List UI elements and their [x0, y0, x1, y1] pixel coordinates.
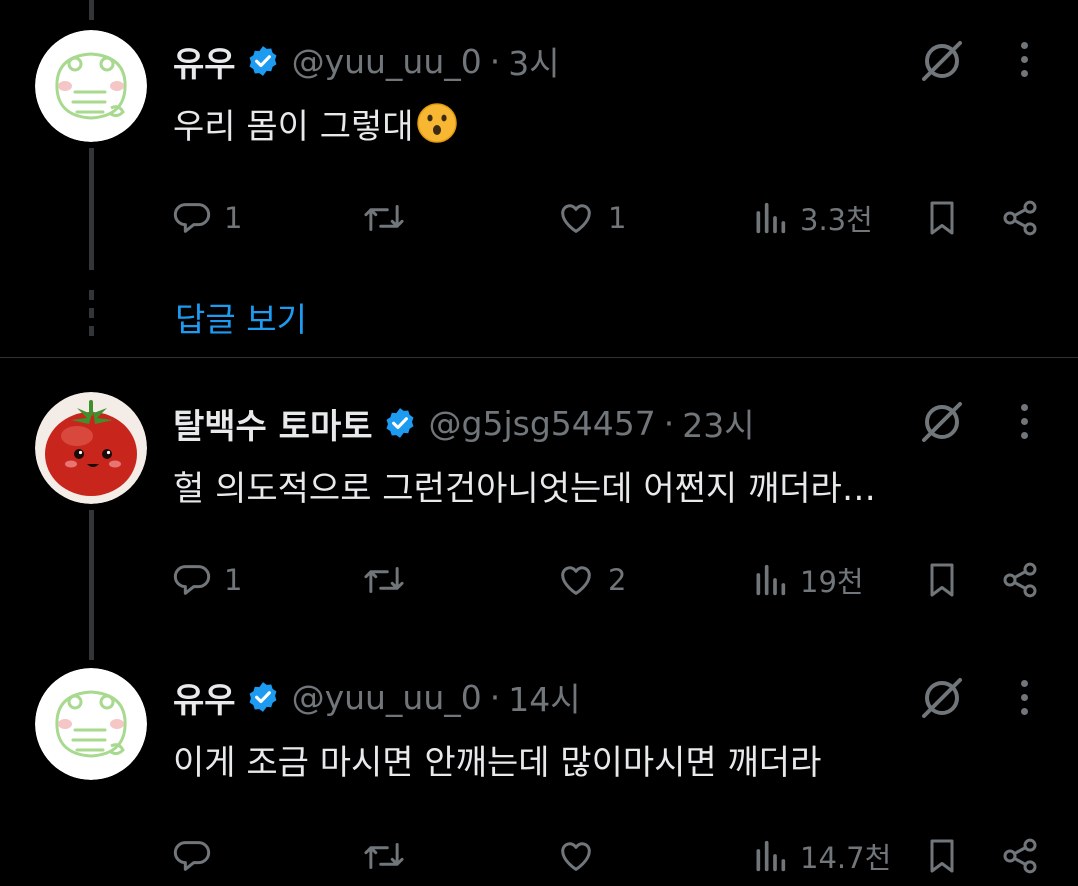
- display-name[interactable]: 유우: [173, 37, 236, 86]
- reply-button[interactable]: [172, 826, 224, 886]
- verified-badge-icon: [246, 680, 280, 714]
- views-chart-icon: [756, 840, 786, 872]
- separator-dot: ·: [663, 403, 675, 443]
- action-bar: 1 1 3.3천: [0, 188, 1078, 248]
- like-count: 2: [608, 563, 627, 597]
- bookmark-button[interactable]: [922, 826, 962, 886]
- tweet-header: 유우 @yuu_uu_0 · 3시: [173, 36, 560, 86]
- tweet-header: 유우 @yuu_uu_0 · 14시: [173, 672, 581, 722]
- share-button[interactable]: [1000, 550, 1040, 610]
- more-options-icon[interactable]: [1004, 393, 1044, 449]
- views-chart-icon: [756, 564, 786, 596]
- display-name[interactable]: 유우: [173, 673, 236, 722]
- tweet-text-content: 이게 조금 마시면 안깨는데 많이마시면 깨더라: [173, 742, 822, 783]
- reply-icon: [173, 203, 211, 233]
- reply-button[interactable]: 1: [172, 188, 242, 248]
- divider: [0, 357, 1078, 358]
- share-icon: [1003, 200, 1037, 236]
- reply-count: 1: [224, 563, 243, 597]
- share-icon: [1003, 838, 1037, 874]
- like-button[interactable]: [556, 826, 608, 886]
- handle[interactable]: @yuu_uu_0: [292, 42, 482, 81]
- thread-dot: [89, 326, 94, 336]
- views-count: 19천: [800, 565, 864, 599]
- share-button[interactable]: [1000, 188, 1040, 248]
- grok-icon[interactable]: [914, 394, 970, 450]
- avatar[interactable]: [35, 392, 147, 504]
- thread-dot: [89, 308, 94, 318]
- reply-count: 1: [224, 201, 243, 235]
- reply-icon: [173, 841, 211, 871]
- bookmark-icon: [930, 839, 954, 873]
- grok-icon[interactable]: [914, 670, 970, 726]
- views-button[interactable]: 3.3천: [752, 188, 873, 248]
- tweet-text-content: 우리 몸이 그렇대: [173, 106, 414, 147]
- views-count: 14.7천: [800, 841, 892, 875]
- avatar[interactable]: [35, 30, 147, 142]
- show-replies-link[interactable]: 답글 보기: [175, 293, 307, 341]
- like-count: 1: [608, 201, 627, 235]
- tweet-header: 탈백수 토마토 @g5jsg54457 · 23시: [173, 398, 755, 448]
- heart-icon: [561, 204, 591, 233]
- bookmark-icon: [930, 563, 954, 597]
- like-button[interactable]: 2: [556, 550, 626, 610]
- timestamp[interactable]: 14시: [508, 673, 580, 721]
- bookmark-button[interactable]: [922, 188, 962, 248]
- frog-avatar-icon: [35, 30, 147, 142]
- verified-badge-icon: [383, 406, 417, 440]
- thread-dot: [89, 290, 94, 300]
- repost-button[interactable]: [361, 826, 407, 886]
- views-chart-icon: [756, 202, 786, 234]
- tomato-avatar-icon: [35, 392, 147, 504]
- share-icon: [1003, 562, 1037, 598]
- action-bar: 14.7천: [0, 826, 1078, 886]
- views-button[interactable]: 14.7천: [752, 826, 891, 886]
- repost-button[interactable]: [361, 188, 407, 248]
- like-button[interactable]: 1: [556, 188, 626, 248]
- separator-dot: ·: [489, 677, 501, 717]
- handle[interactable]: @yuu_uu_0: [292, 678, 482, 717]
- grok-icon[interactable]: [914, 33, 970, 89]
- repost-icon: [364, 843, 404, 869]
- repost-button[interactable]: [361, 550, 407, 610]
- repost-icon: [364, 205, 404, 231]
- tweet-text: 헐 의도적으로 그런건아니엇는데 어쩐지 깨더라…: [173, 460, 876, 510]
- hushed-face-emoji-icon: [416, 102, 458, 144]
- handle[interactable]: @g5jsg54457: [429, 404, 656, 443]
- repost-icon: [364, 567, 404, 593]
- tweet-text-content: 헐 의도적으로 그런건아니엇는데 어쩐지 깨더라…: [173, 468, 876, 509]
- more-options-icon[interactable]: [1004, 669, 1044, 725]
- separator-dot: ·: [489, 41, 501, 81]
- views-button[interactable]: 19천: [752, 550, 864, 610]
- bookmark-icon: [930, 201, 954, 235]
- reply-icon: [173, 565, 211, 595]
- avatar[interactable]: [35, 668, 147, 780]
- bookmark-button[interactable]: [922, 550, 962, 610]
- verified-badge-icon: [246, 44, 280, 78]
- reply-button[interactable]: 1: [172, 550, 242, 610]
- timestamp[interactable]: 3시: [508, 37, 559, 85]
- share-button[interactable]: [1000, 826, 1040, 886]
- timestamp[interactable]: 23시: [682, 399, 754, 447]
- heart-icon: [561, 566, 591, 595]
- more-options-icon[interactable]: [1004, 31, 1044, 87]
- tweet-text: 이게 조금 마시면 안깨는데 많이마시면 깨더라: [173, 734, 821, 784]
- action-bar: 1 2 19천: [0, 550, 1078, 610]
- views-count: 3.3천: [800, 203, 873, 237]
- thread-line-top: [89, 0, 94, 20]
- tweet-text: 우리 몸이 그렇대: [173, 98, 458, 148]
- display-name[interactable]: 탈백수 토마토: [173, 399, 373, 448]
- heart-icon: [561, 842, 591, 871]
- frog-avatar-icon: [35, 668, 147, 780]
